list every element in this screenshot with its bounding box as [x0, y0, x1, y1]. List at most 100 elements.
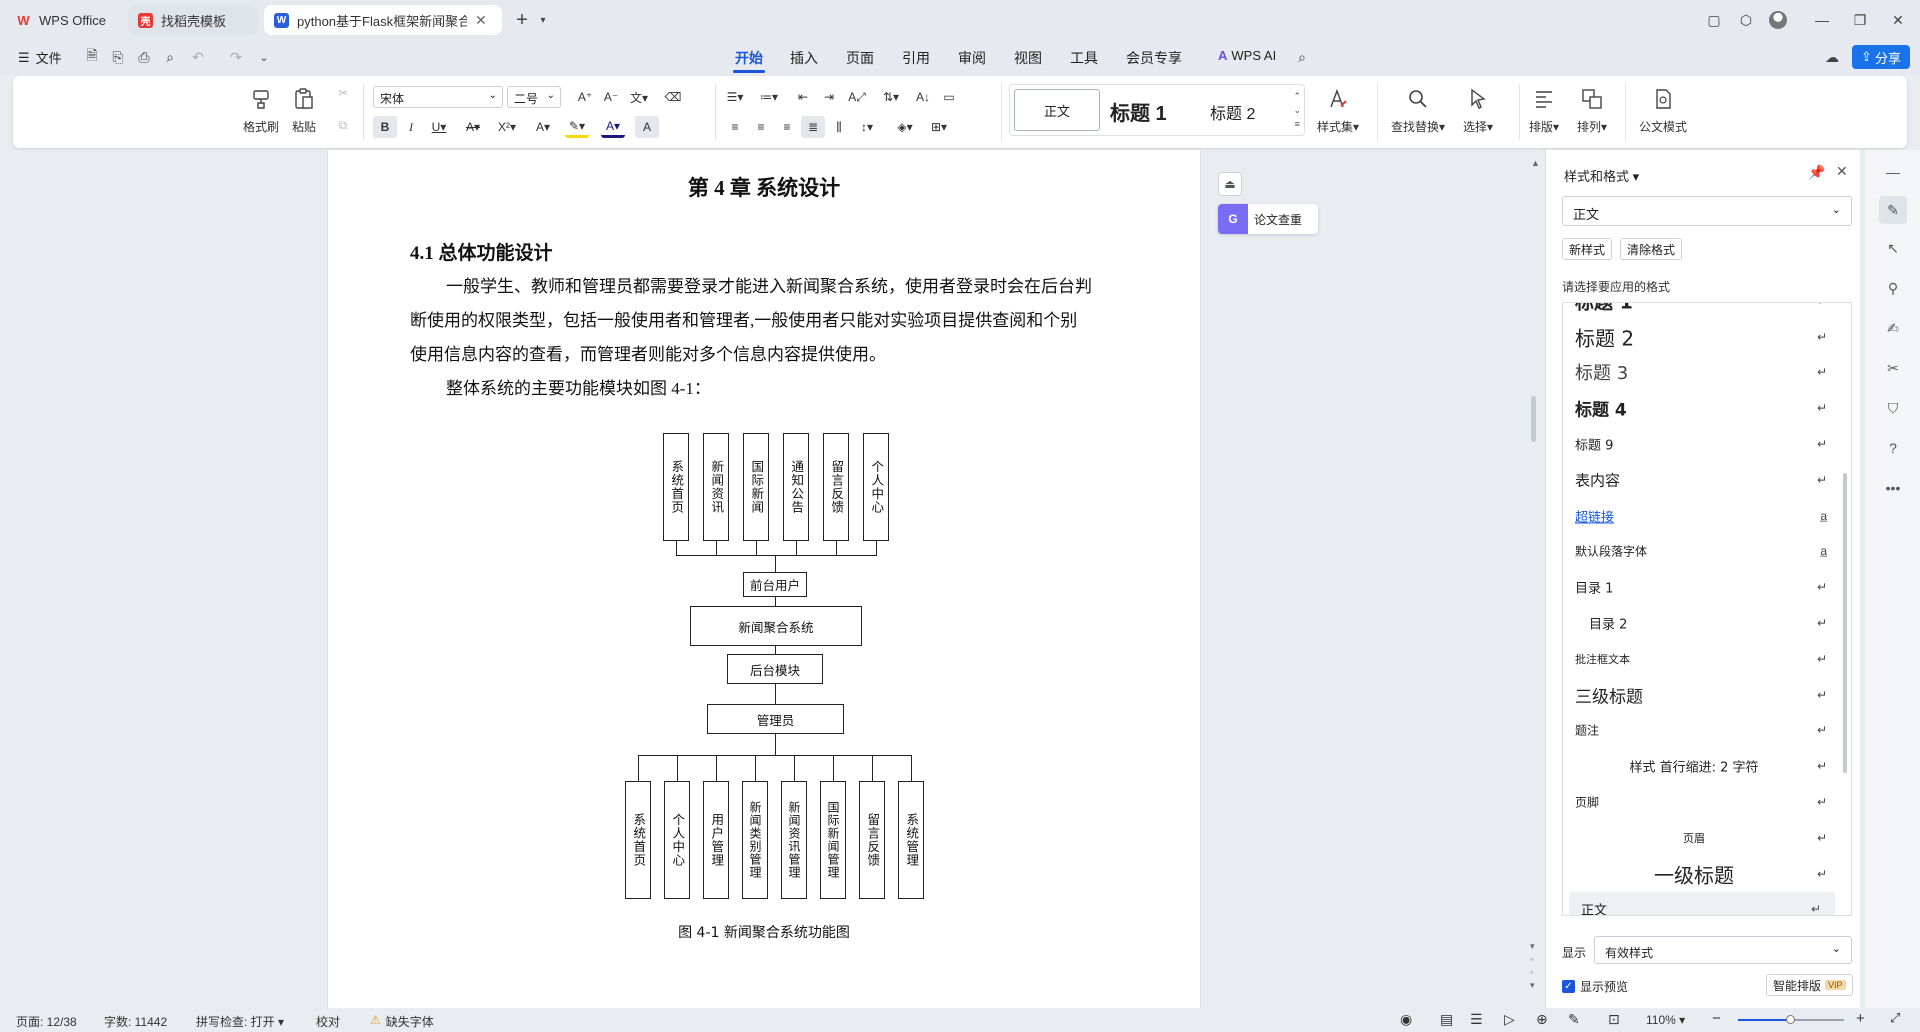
cube-icon[interactable]: ⬡	[1736, 10, 1756, 30]
decrease-indent-icon[interactable]: ⇤	[791, 86, 815, 108]
tab-wps-office[interactable]: W WPS Office	[6, 5, 124, 35]
bullets-icon[interactable]: ☰▾	[723, 86, 747, 108]
minimize-icon[interactable]: —	[1812, 10, 1832, 30]
zoom-slider[interactable]	[1738, 1015, 1844, 1024]
style-list-item[interactable]: 标题 1 ↵	[1563, 303, 1841, 319]
chat-icon[interactable]: ☁	[1822, 47, 1842, 67]
outline-view-icon[interactable]: ☰	[1470, 1011, 1483, 1028]
shading-icon[interactable]: ◈▾	[893, 116, 917, 138]
proofread[interactable]: 校对	[316, 1013, 340, 1030]
smart-layout-button[interactable]: 智能排版 VIP	[1766, 974, 1853, 996]
more-chevron-icon[interactable]: ⌄	[254, 47, 274, 67]
current-style-select[interactable]: 正文 ⌄	[1562, 196, 1852, 226]
arrange-button[interactable]: 排列▾	[1577, 86, 1607, 135]
fullscreen-icon[interactable]: ⤢	[1890, 1010, 1900, 1026]
style-heading-1[interactable]: 标题 1	[1110, 97, 1167, 126]
align-center-icon[interactable]: ≡	[749, 116, 773, 138]
page-view-icon[interactable]: ▤	[1440, 1011, 1453, 1028]
avatar[interactable]	[1768, 10, 1788, 30]
tab-home[interactable]: 开始	[735, 48, 763, 68]
chevron-down-icon[interactable]: ▾	[533, 10, 553, 30]
zoom-level[interactable]: 110% ▾	[1646, 1013, 1685, 1027]
sort-icon[interactable]: ⇅▾	[879, 86, 903, 108]
redo-icon[interactable]: ↷	[226, 47, 246, 67]
font-color-icon[interactable]: A▾	[601, 116, 625, 138]
undo-icon[interactable]: ↶	[188, 47, 208, 67]
sort-az-icon[interactable]: A↓	[911, 86, 935, 108]
select-cursor-icon[interactable]: ↖	[1883, 238, 1903, 258]
print-icon[interactable]: ⎙	[134, 47, 154, 67]
style-list-scrollbar[interactable]	[1843, 473, 1847, 773]
collapse-toolbar-icon[interactable]: ⏏	[1218, 172, 1242, 196]
restore-icon[interactable]: ❐	[1850, 10, 1870, 30]
distribute-icon[interactable]: ⫼	[827, 116, 851, 138]
style-list-item[interactable]: 目录 1 ↵	[1563, 569, 1841, 605]
writing-icon[interactable]: ✍	[1883, 318, 1903, 338]
line-spacing-icon[interactable]: ↕▾	[855, 116, 879, 138]
style-list-item[interactable]: 三级标题 ↵	[1563, 677, 1841, 713]
file-menu[interactable]: ☰ 文件	[18, 48, 62, 67]
close-tab-icon[interactable]: ✕	[475, 12, 487, 29]
play-icon[interactable]: ▷	[1504, 1011, 1515, 1028]
phonetic-icon[interactable]: 文▾	[627, 86, 651, 108]
share-button[interactable]: ⇪ 分享	[1852, 45, 1910, 69]
justify-icon[interactable]: ≣	[801, 116, 825, 138]
more-icon[interactable]: •••	[1883, 478, 1903, 498]
italic-icon[interactable]: I	[399, 116, 423, 138]
clear-format-button[interactable]: 清除格式	[1620, 238, 1683, 260]
zoom-out-icon[interactable]: −	[1712, 1010, 1721, 1027]
align-right-icon[interactable]: ≡	[775, 116, 799, 138]
eye-icon[interactable]: ◉	[1400, 1011, 1412, 1028]
copy-icon[interactable]: ⧉	[331, 114, 355, 136]
tab-review[interactable]: 审阅	[958, 48, 986, 68]
style-heading-2[interactable]: 标题 2	[1210, 100, 1255, 124]
new-style-button[interactable]: 新样式	[1562, 238, 1613, 260]
style-list-item[interactable]: 标题 2 ↵	[1563, 319, 1841, 355]
collapse-icon[interactable]: —	[1883, 162, 1903, 182]
tab-member[interactable]: 会员专享	[1126, 48, 1182, 68]
style-list-item[interactable]: 题注 ↵	[1563, 713, 1841, 749]
tab-insert[interactable]: 插入	[790, 48, 818, 68]
window-layout-icon[interactable]: ▢	[1704, 10, 1724, 30]
tools-icon[interactable]: ✂	[1883, 358, 1903, 378]
scroll-up-icon[interactable]: ▲	[1531, 158, 1540, 168]
style-list-item[interactable]: 默认段落字体 a̲	[1563, 534, 1841, 570]
clear-format-icon[interactable]: ⌫	[661, 86, 685, 108]
help-icon[interactable]: ?	[1883, 438, 1903, 458]
web-view-icon[interactable]: ⊕	[1536, 1011, 1548, 1028]
strikethrough-icon[interactable]: A▾	[461, 116, 485, 138]
page-nav-icon[interactable]: ▾ ◦ ◦ ▾	[1530, 940, 1535, 992]
zoom-slider-handle[interactable]	[1786, 1015, 1795, 1024]
missing-font[interactable]: ⚠ 缺失字体	[370, 1013, 434, 1030]
format-painter-button[interactable]: 格式刷	[243, 86, 279, 135]
pin-icon[interactable]: 📌	[1808, 164, 1825, 181]
show-filter-select[interactable]: 有效样式 ⌄	[1594, 936, 1852, 964]
style-list-item[interactable]: 标题 9 ↵	[1563, 426, 1841, 462]
style-list-item[interactable]: 正文 ↵	[1569, 891, 1835, 915]
text-effect-icon[interactable]: A▾	[531, 116, 555, 138]
scrollbar-thumb[interactable]	[1531, 396, 1536, 442]
style-list-item[interactable]: 超链接 a̲	[1563, 498, 1841, 534]
style-list-item[interactable]: 一级标题 ↵	[1563, 856, 1841, 892]
layout-button[interactable]: 排版▾	[1529, 86, 1559, 135]
official-mode-button[interactable]: 公文模式	[1639, 86, 1687, 135]
tab-daoke-templates[interactable]: 壳 找稻壳模板	[128, 5, 258, 35]
tab-tools[interactable]: 工具	[1070, 48, 1098, 68]
style-set-button[interactable]: 样式集▾	[1317, 86, 1359, 135]
gallery-scroll-icon[interactable]: ⌃ ⌄ ≡	[1293, 89, 1301, 131]
select-button[interactable]: 选择▾	[1463, 86, 1493, 135]
adjust-icon[interactable]: ⚲	[1883, 278, 1903, 298]
superscript-icon[interactable]: X²▾	[495, 116, 519, 138]
align-left-icon[interactable]: ≡	[723, 116, 747, 138]
shirt-icon[interactable]: ⛉	[1883, 398, 1903, 418]
style-list-item[interactable]: 批注框文本 ↵	[1563, 641, 1841, 677]
print-preview-icon[interactable]: ⌕	[160, 47, 180, 67]
spell-check[interactable]: 拼写检查: 打开 ▾	[196, 1013, 284, 1030]
search-icon[interactable]: ⌕	[1292, 47, 1312, 67]
find-replace-button[interactable]: 查找替换▾	[1391, 86, 1445, 135]
style-list-item[interactable]: 标题 3 ↵	[1563, 355, 1841, 391]
show-marks-icon[interactable]: ▭	[937, 86, 961, 108]
tab-page[interactable]: 页面	[846, 48, 874, 68]
bold-icon[interactable]: B	[373, 116, 397, 138]
char-shading-icon[interactable]: A	[635, 116, 659, 138]
